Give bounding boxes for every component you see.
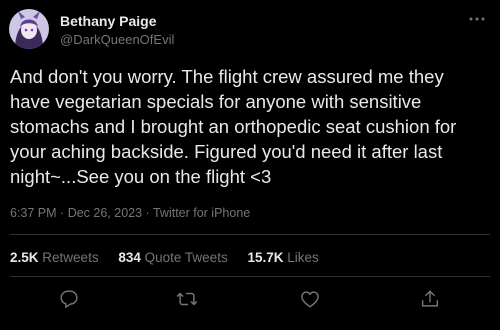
more-icon: [469, 17, 485, 21]
reply-icon: [60, 290, 78, 308]
tweet-time[interactable]: 6:37 PM: [10, 206, 57, 220]
divider: [10, 234, 490, 235]
tweet-detail: Bethany Paige @DarkQueenOfEvil And don't…: [0, 0, 500, 330]
retweet-icon: [176, 292, 198, 306]
share-button[interactable]: [419, 288, 441, 310]
divider: [10, 276, 490, 277]
share-icon: [421, 290, 439, 307]
handle[interactable]: @DarkQueenOfEvil: [60, 32, 174, 47]
retweets-stat[interactable]: 2.5K Retweets: [10, 250, 99, 265]
tweet-client[interactable]: Twitter for iPhone: [153, 206, 250, 220]
meta-separator: ·: [145, 206, 150, 220]
tweet-stats: 2.5K Retweets 834 Quote Tweets 15.7K Lik…: [10, 250, 335, 265]
avatar-image: [9, 9, 49, 49]
retweets-label: Retweets: [42, 250, 99, 265]
likes-label: Likes: [287, 250, 319, 265]
retweets-count: 2.5K: [10, 250, 39, 265]
likes-stat[interactable]: 15.7K Likes: [247, 250, 318, 265]
display-name[interactable]: Bethany Paige: [60, 13, 156, 29]
meta-separator: ·: [60, 206, 65, 220]
avatar[interactable]: [9, 9, 49, 49]
retweet-button[interactable]: [176, 288, 198, 310]
tweet-date[interactable]: Dec 26, 2023: [68, 206, 142, 220]
like-icon: [301, 291, 319, 308]
tweet-text: And don't you worry. The flight crew ass…: [10, 66, 457, 187]
quote-tweets-count: 834: [118, 250, 141, 265]
likes-count: 15.7K: [247, 250, 284, 265]
tweet-meta: 6:37 PM · Dec 26, 2023 · Twitter for iPh…: [10, 206, 250, 220]
quote-tweets-stat[interactable]: 834 Quote Tweets: [118, 250, 227, 265]
like-button[interactable]: [299, 288, 321, 310]
more-options-button[interactable]: [464, 10, 490, 28]
reply-button[interactable]: [58, 288, 80, 310]
quote-tweets-label: Quote Tweets: [144, 250, 228, 265]
